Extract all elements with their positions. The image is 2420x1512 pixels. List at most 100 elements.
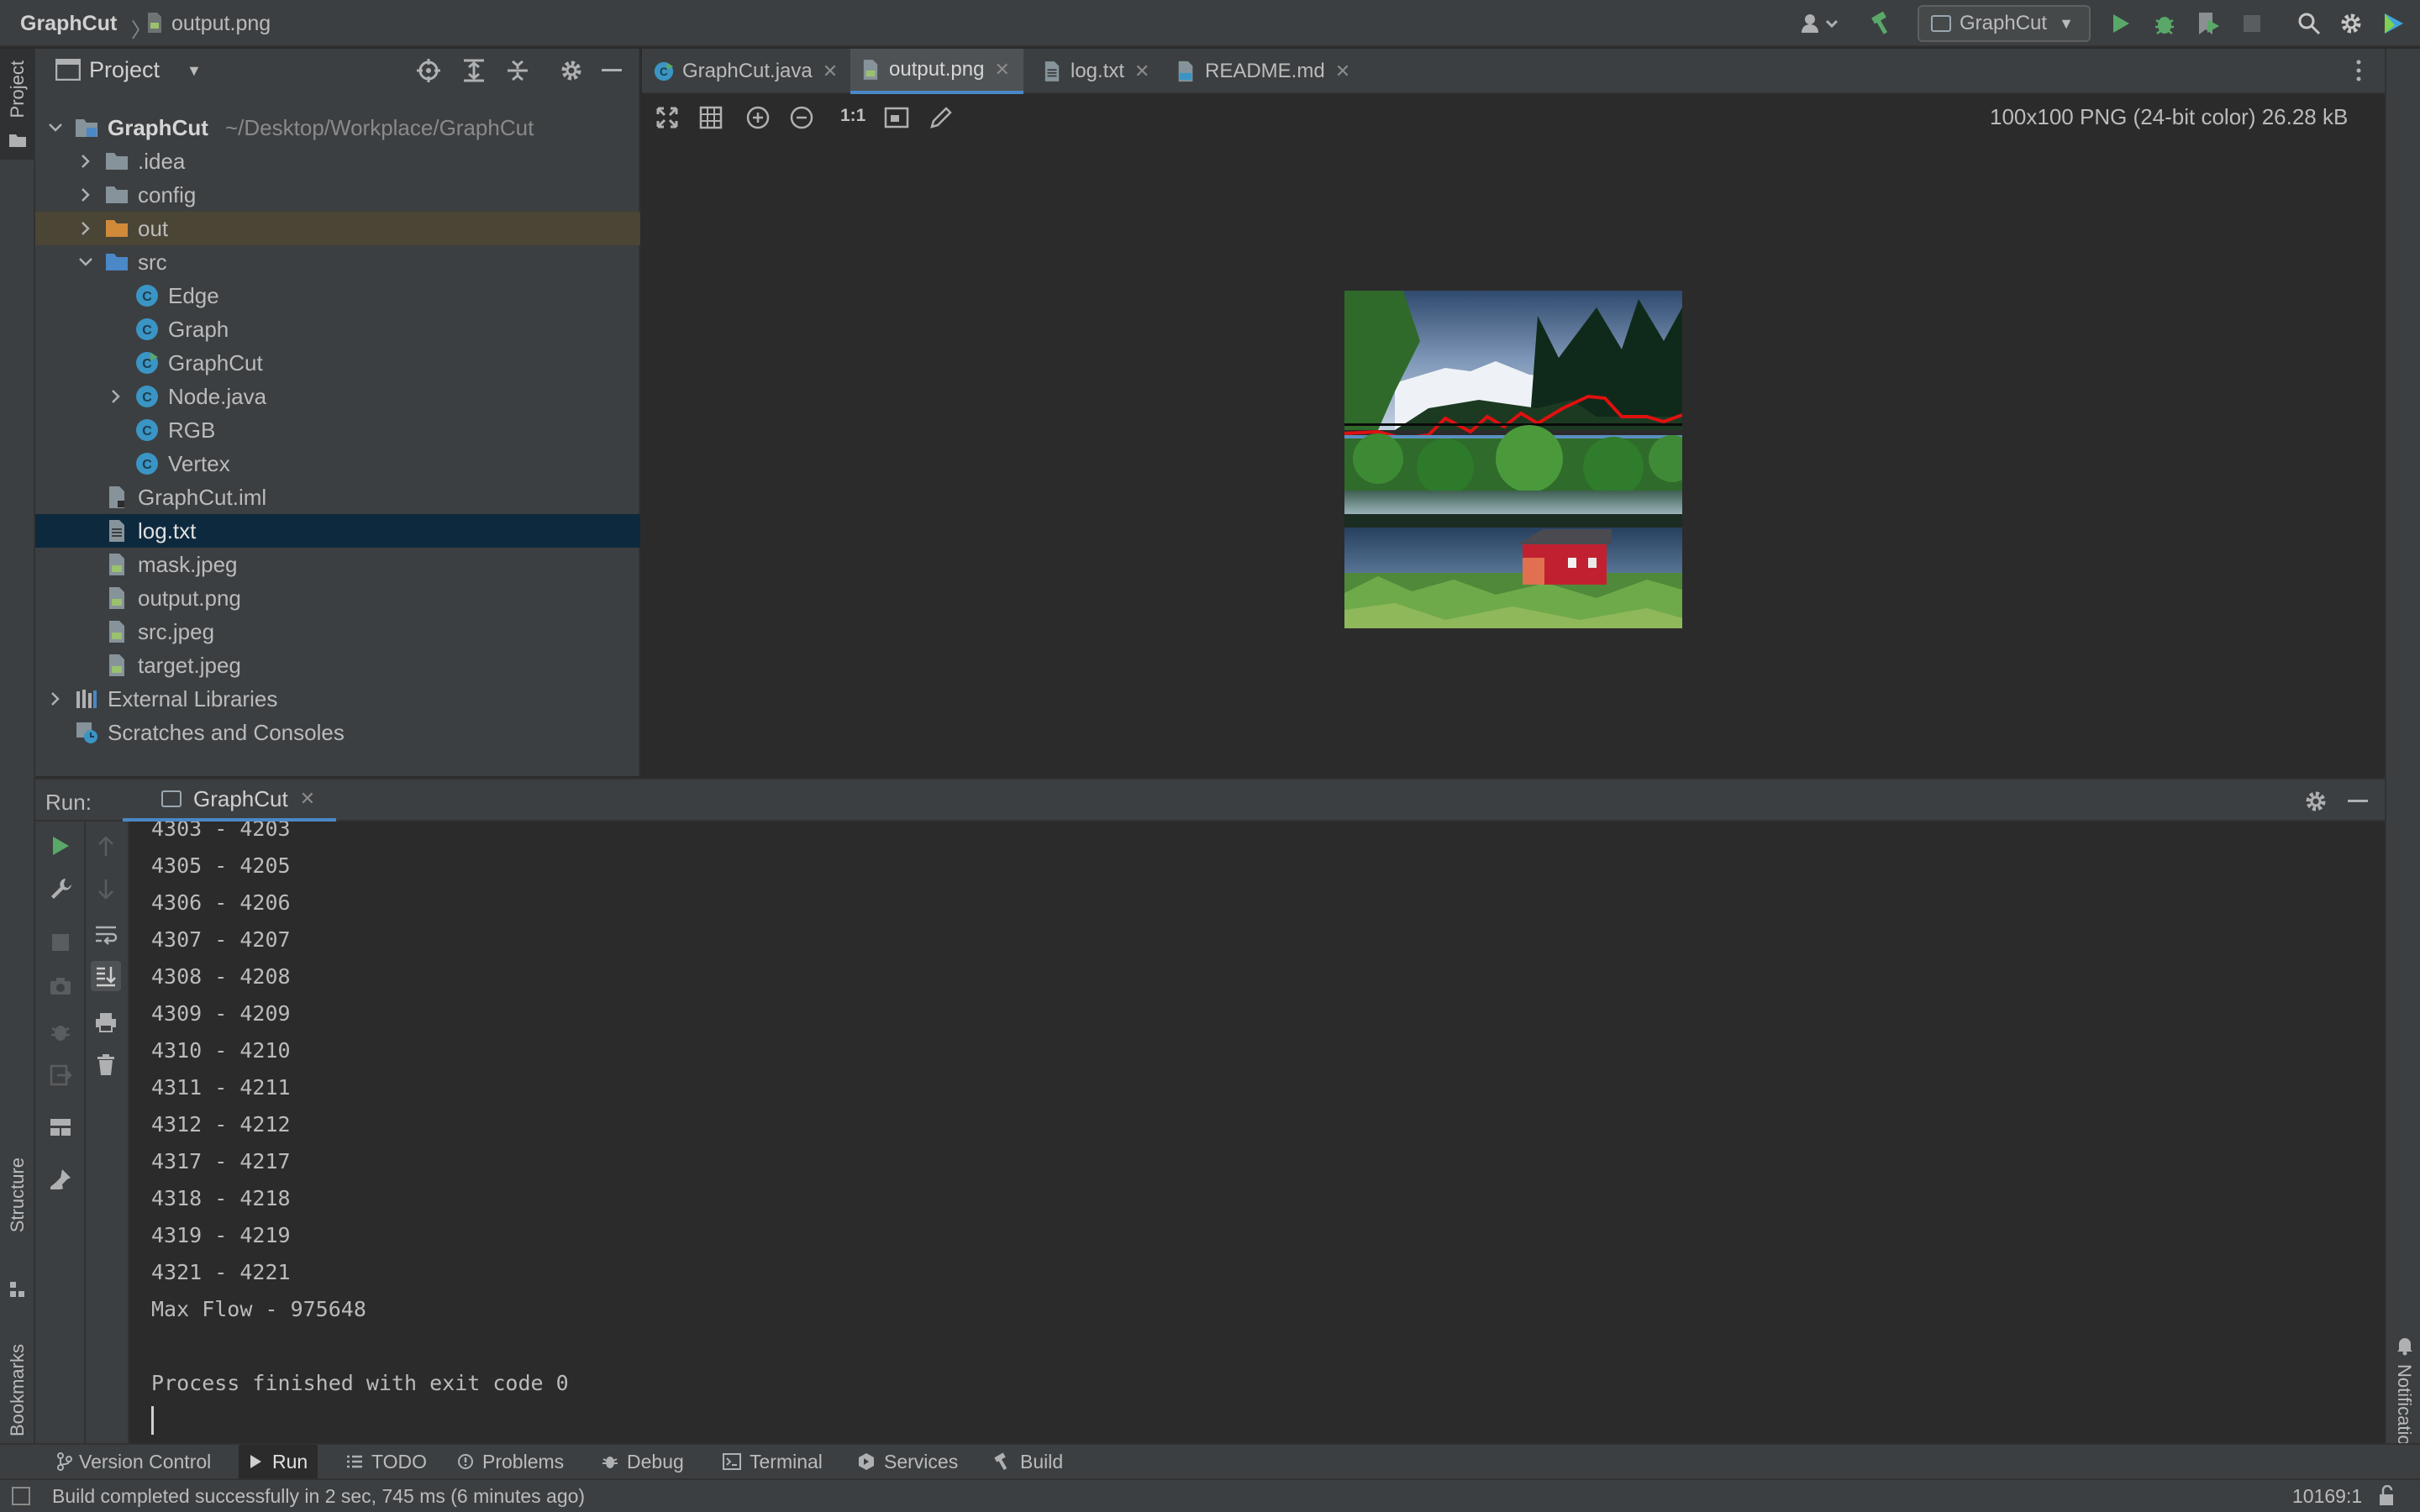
tree-item-out[interactable]: out	[35, 212, 640, 245]
tab-version-control[interactable]: Version Control	[47, 1445, 221, 1478]
tab-todo[interactable]: TODO	[336, 1445, 437, 1478]
background-toggle-icon[interactable]	[884, 106, 909, 129]
tree-item-edge[interactable]: C Edge	[35, 279, 640, 312]
toggle-grid-icon[interactable]	[699, 106, 723, 129]
modify-config-wrench-icon[interactable]	[49, 877, 72, 900]
tree-item-external-libraries[interactable]: External Libraries	[35, 682, 640, 716]
run-configuration-selector[interactable]: GraphCut ▼	[1918, 5, 2091, 42]
tree-item-src[interactable]: src	[35, 245, 640, 279]
collapse-all-icon[interactable]	[506, 59, 529, 82]
toggle-tool-windows-icon[interactable]	[12, 1487, 30, 1505]
color-picker-icon[interactable]	[929, 106, 953, 129]
structure-tool-tab[interactable]: Structure	[0, 1149, 35, 1309]
tab-output-png[interactable]: output.png ✕	[850, 49, 1023, 94]
run-icon[interactable]	[2104, 7, 2138, 40]
close-tab-icon[interactable]: ✕	[1134, 60, 1150, 82]
settings-gear-icon[interactable]	[2334, 7, 2368, 40]
structure-tool-label: Structure	[7, 1158, 28, 1233]
tree-item-label: Edge	[168, 282, 219, 308]
close-tab-icon[interactable]: ✕	[300, 788, 315, 810]
java-class-icon: C	[134, 417, 160, 443]
run-console-output[interactable]: 4303 - 4203 4305 - 4205 4306 - 4206 4307…	[131, 822, 2385, 1443]
tab-debug[interactable]: Debug	[592, 1445, 694, 1478]
breadcrumb-file[interactable]: output.png	[171, 0, 271, 47]
chevron-right-icon[interactable]	[108, 388, 124, 405]
down-arrow-icon[interactable]	[96, 879, 116, 900]
debug-icon[interactable]	[2148, 7, 2181, 40]
chevron-down-icon[interactable]	[77, 254, 94, 270]
soft-wrap-icon[interactable]	[94, 924, 118, 946]
scroll-to-end-icon[interactable]	[91, 961, 121, 991]
tree-item-rgb[interactable]: C RGB	[35, 413, 640, 447]
status-message[interactable]: Build completed successfully in 2 sec, 7…	[52, 1485, 585, 1508]
project-tool-tab[interactable]: Project	[0, 49, 35, 160]
clear-all-trash-icon[interactable]	[96, 1053, 116, 1077]
close-tab-icon[interactable]: ✕	[1335, 60, 1350, 82]
breadcrumb-project[interactable]: GraphCut	[20, 0, 117, 47]
actual-size-button[interactable]: 1:1	[840, 106, 865, 126]
kill-process-icon[interactable]	[49, 1020, 72, 1043]
pin-tab-icon[interactable]	[49, 1168, 72, 1191]
tree-item-graphcut[interactable]: C GraphCut	[35, 346, 640, 380]
tree-item-graph[interactable]: C Graph	[35, 312, 640, 346]
tree-item-log-txt[interactable]: log.txt	[35, 514, 640, 548]
tab-run[interactable]: Run	[239, 1445, 318, 1478]
layout-icon[interactable]	[49, 1117, 72, 1137]
unlock-icon[interactable]	[2378, 1485, 2396, 1507]
tab-label: Terminal	[750, 1450, 823, 1473]
tab-log-txt[interactable]: log.txt ✕	[1044, 49, 1178, 94]
run-with-coverage-icon[interactable]	[2191, 7, 2225, 40]
hide-panel-icon[interactable]	[602, 69, 622, 71]
up-arrow-icon[interactable]	[96, 835, 116, 857]
fit-to-window-icon[interactable]	[655, 106, 679, 129]
chevron-right-icon[interactable]	[47, 690, 64, 707]
tab-readme-md[interactable]: README.md ✕	[1176, 49, 1353, 94]
image-file-icon	[104, 585, 129, 611]
rerun-icon[interactable]	[50, 835, 71, 857]
tab-build[interactable]: Build	[983, 1445, 1073, 1478]
tree-item-root[interactable]: GraphCut ~/Desktop/Workplace/GraphCut	[35, 111, 640, 144]
chevron-right-icon[interactable]	[77, 186, 94, 203]
run-settings-gear-icon[interactable]	[2304, 790, 2328, 813]
thread-dump-camera-icon[interactable]	[49, 976, 72, 996]
chevron-right-icon[interactable]	[77, 220, 94, 237]
stop-icon[interactable]	[50, 932, 71, 953]
tree-item-src-jpeg[interactable]: src.jpeg	[35, 615, 640, 648]
exit-icon[interactable]	[49, 1063, 72, 1087]
tree-item-config[interactable]: config	[35, 178, 640, 212]
config-app-icon	[1931, 15, 1951, 32]
print-icon[interactable]	[94, 1011, 118, 1033]
more-options-icon[interactable]	[2356, 59, 2365, 84]
user-account-icon[interactable]	[1797, 7, 1842, 40]
search-icon[interactable]	[2292, 7, 2326, 40]
tree-item-vertex[interactable]: C Vertex	[35, 447, 640, 480]
tab-services[interactable]: Services	[847, 1445, 968, 1478]
tab-problems[interactable]: Problems	[447, 1445, 574, 1478]
project-panel-title[interactable]: Project	[89, 57, 160, 83]
chevron-down-icon[interactable]	[47, 119, 64, 136]
tree-item-output-png[interactable]: output.png	[35, 581, 640, 615]
zoom-out-icon[interactable]	[790, 106, 813, 129]
tree-item-idea[interactable]: .idea	[35, 144, 640, 178]
chevron-down-icon[interactable]: ▼	[187, 62, 202, 80]
close-tab-icon[interactable]: ✕	[823, 60, 838, 82]
expand-all-icon[interactable]	[462, 59, 486, 82]
panel-settings-gear-icon[interactable]	[560, 59, 583, 82]
tab-graphcut-java[interactable]: C GraphCut.java ✕	[654, 49, 854, 94]
tree-item-node-java[interactable]: C Node.java	[35, 380, 640, 413]
hide-run-panel-icon[interactable]	[2348, 800, 2368, 802]
chevron-right-icon[interactable]	[77, 153, 94, 170]
tree-item-iml[interactable]: GraphCut.iml	[35, 480, 640, 514]
run-tab-graphcut[interactable]: GraphCut ✕	[123, 780, 336, 822]
tree-item-target-jpeg[interactable]: target.jpeg	[35, 648, 640, 682]
locate-file-icon[interactable]	[417, 59, 440, 82]
stop-icon[interactable]	[2235, 7, 2269, 40]
close-tab-icon[interactable]: ✕	[994, 59, 1009, 81]
build-hammer-icon[interactable]	[1865, 7, 1899, 40]
tab-terminal[interactable]: Terminal	[713, 1445, 833, 1478]
caret-position[interactable]: 10169:1	[2292, 1485, 2362, 1508]
tree-item-mask-jpeg[interactable]: mask.jpeg	[35, 548, 640, 581]
zoom-in-icon[interactable]	[746, 106, 770, 129]
jetbrains-toolbox-icon[interactable]	[2376, 7, 2410, 40]
tree-item-scratches[interactable]: Scratches and Consoles	[35, 716, 640, 749]
